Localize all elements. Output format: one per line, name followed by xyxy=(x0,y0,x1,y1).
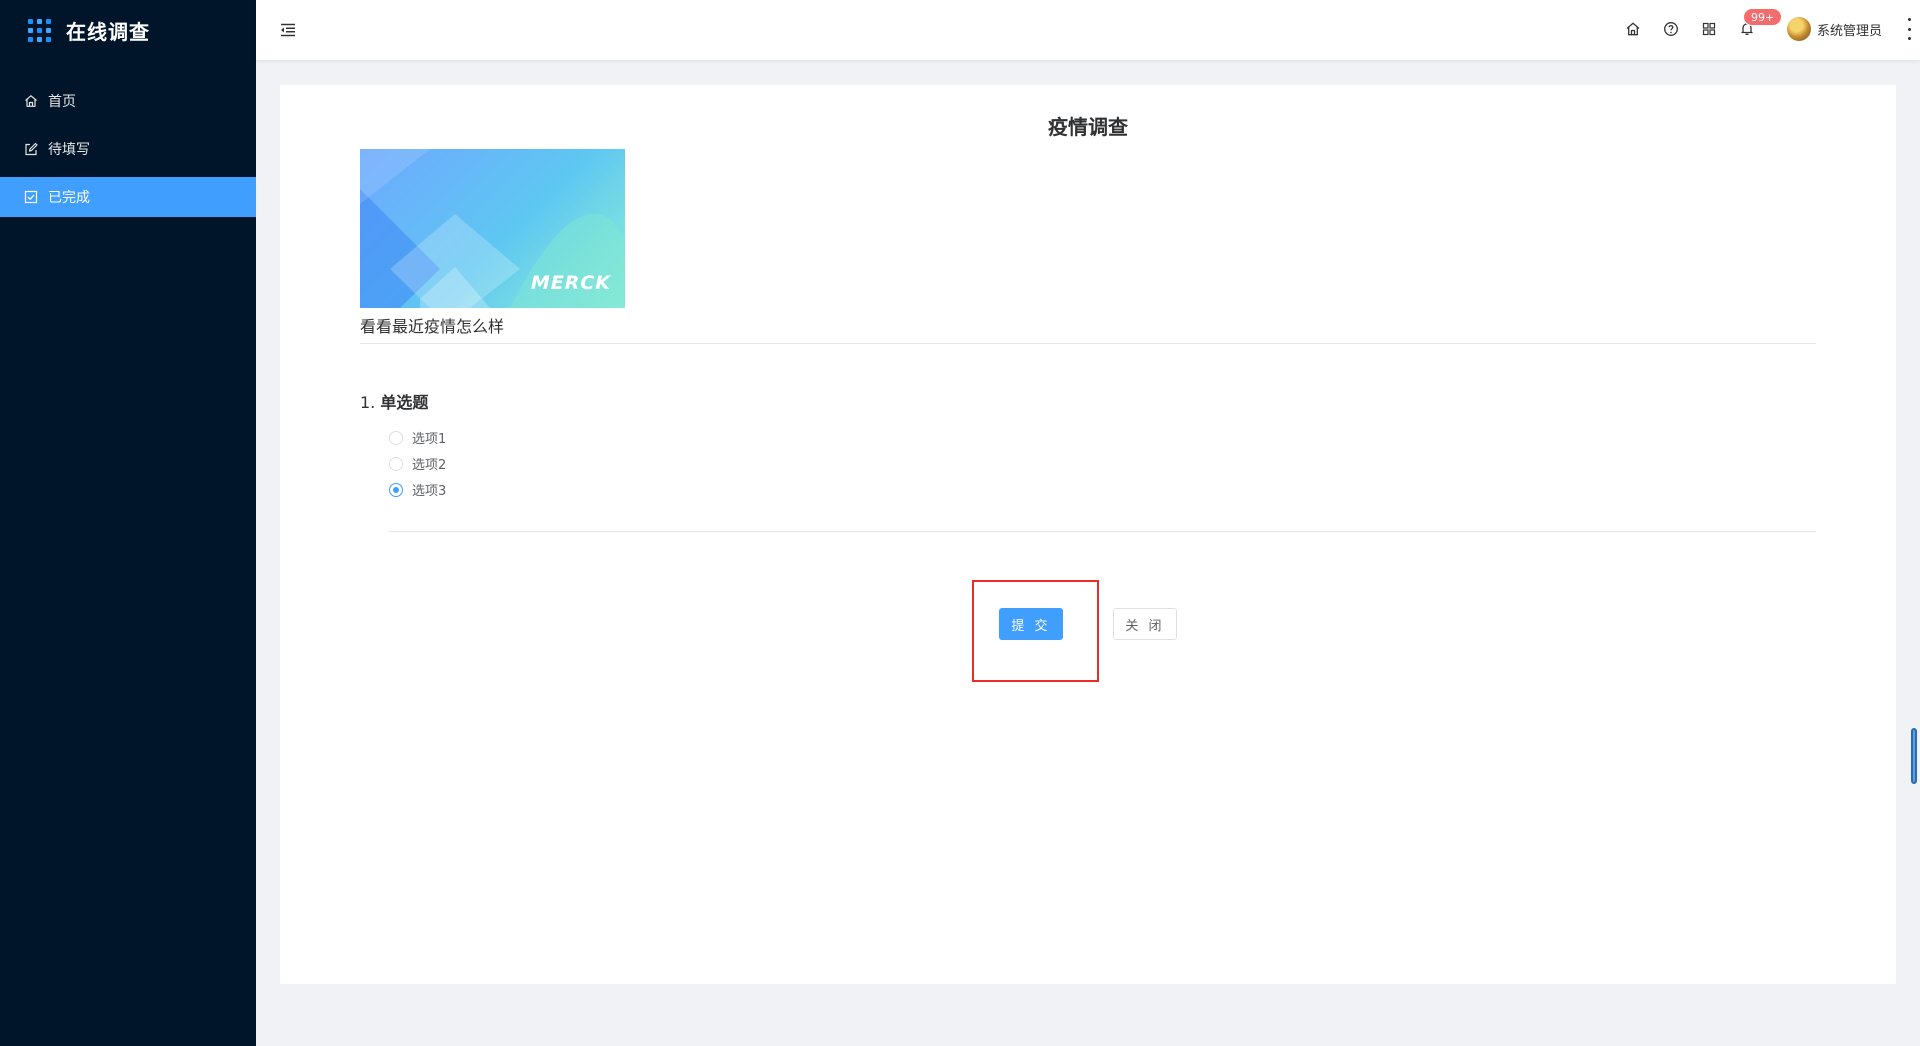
sidebar-item-pending[interactable]: 待填写 xyxy=(0,129,256,169)
checkbox-icon xyxy=(24,190,38,204)
home-icon xyxy=(24,94,38,108)
avatar[interactable] xyxy=(1787,17,1811,41)
survey-card: 疫情调查 MERCK 看看最近疫情怎么样 1. 单选题 选项1 选项2 选项3 … xyxy=(280,85,1896,984)
sidebar-item-home[interactable]: 首页 xyxy=(0,81,256,121)
sidebar: 在线调查 首页 待填写 已完成 xyxy=(0,0,256,1046)
page-title: 疫情调查 xyxy=(1048,115,1128,139)
brand[interactable]: 在线调查 xyxy=(0,0,256,60)
sidebar-item-label: 已完成 xyxy=(48,190,90,206)
radio-option-3[interactable]: 选项3 xyxy=(389,480,446,499)
submit-button[interactable]: 提 交 xyxy=(999,608,1063,640)
radio-button[interactable] xyxy=(389,456,403,471)
app-title: 在线调查 xyxy=(66,19,150,44)
radio-option-label: 选项3 xyxy=(412,484,447,499)
top-header: 99+ 系统管理员 xyxy=(256,0,1920,60)
radio-option-1[interactable]: 选项1 xyxy=(389,428,446,447)
menu-fold-icon[interactable] xyxy=(279,21,297,39)
sidebar-item-label: 待填写 xyxy=(48,142,90,158)
home-icon[interactable] xyxy=(1624,20,1642,38)
survey-description: 看看最近疫情怎么样 xyxy=(360,317,505,336)
radio-button-selected[interactable] xyxy=(389,482,403,497)
more-icon[interactable] xyxy=(1906,18,1912,40)
question-title: 1. 单选题 xyxy=(360,389,428,413)
radio-option-2[interactable]: 选项2 xyxy=(389,454,446,473)
radio-option-label: 选项1 xyxy=(412,432,447,447)
username[interactable]: 系统管理员 xyxy=(1817,20,1882,39)
divider xyxy=(389,531,1816,532)
sidebar-item-label: 首页 xyxy=(48,94,76,110)
sidebar-item-completed[interactable]: 已完成 xyxy=(0,177,256,217)
sidebar-menu: 首页 待填写 已完成 xyxy=(0,81,256,217)
close-button[interactable]: 关 闭 xyxy=(1113,608,1177,640)
radio-button[interactable] xyxy=(389,430,403,445)
scroll-handle[interactable] xyxy=(1911,728,1917,784)
question-number: 1. xyxy=(360,393,376,412)
radio-option-label: 选项2 xyxy=(412,458,447,473)
app-grid-icon xyxy=(28,18,51,42)
help-icon[interactable] xyxy=(1662,20,1680,38)
divider xyxy=(360,343,1816,344)
survey-banner-image: MERCK xyxy=(360,149,625,308)
notification-badge: 99+ xyxy=(1743,8,1783,26)
edit-icon xyxy=(24,142,38,156)
question-type: 单选题 xyxy=(380,393,429,412)
apps-icon[interactable] xyxy=(1700,20,1718,38)
merck-logo: MERCK xyxy=(530,272,611,294)
